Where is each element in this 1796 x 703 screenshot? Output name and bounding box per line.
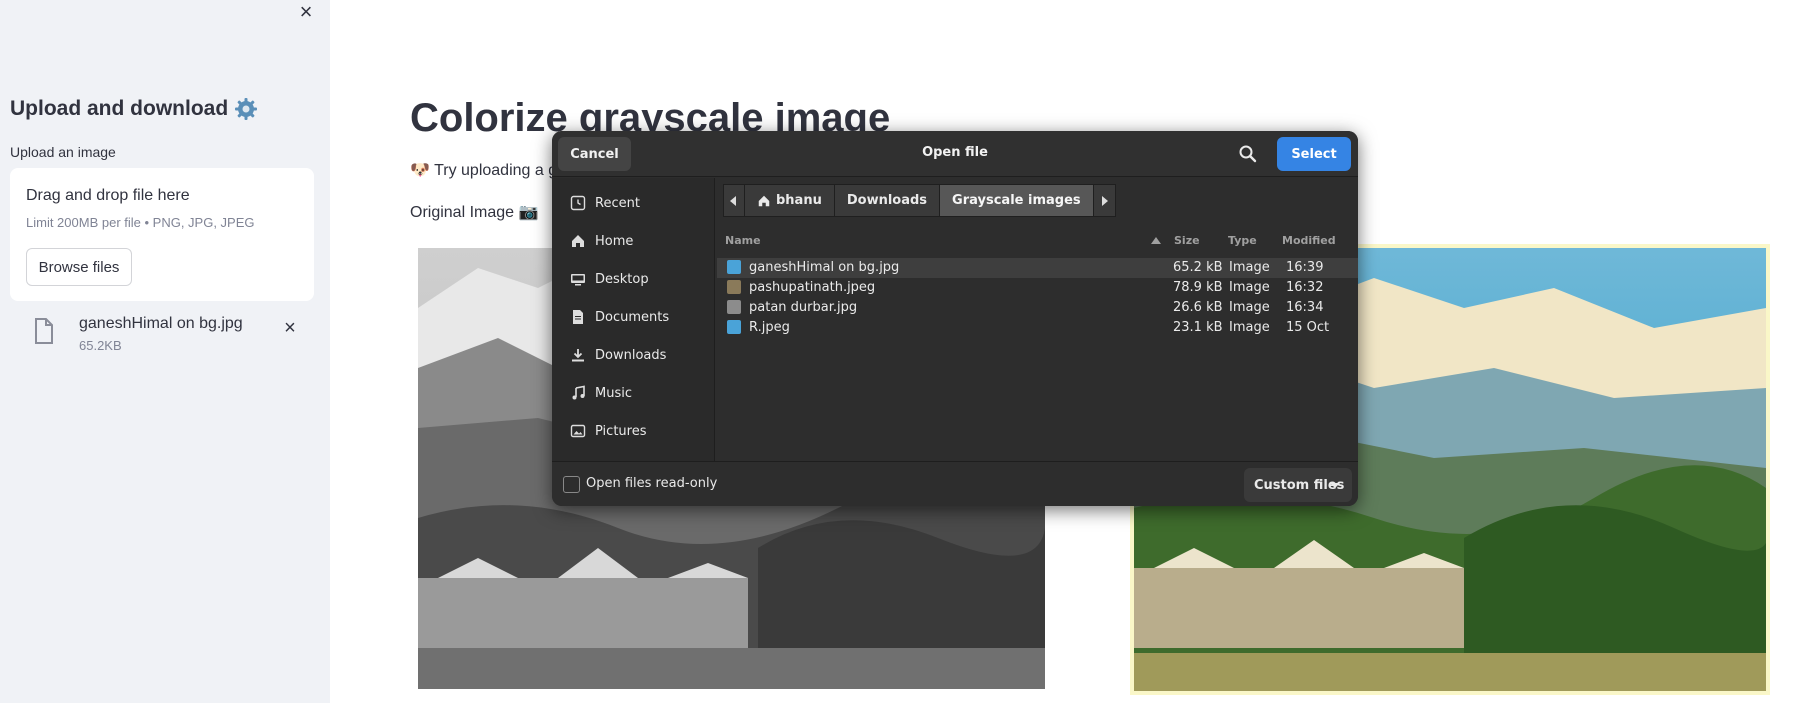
remove-file-icon[interactable]: ×: [278, 316, 302, 340]
file-list-header: Name Size Type Modified: [717, 231, 1358, 251]
file-name: pashupatinath.jpeg: [749, 280, 876, 295]
uploaded-file-size: 65.2KB: [79, 338, 122, 353]
file-modified: 15 Oct: [1286, 320, 1330, 335]
sidebar-title-text: Upload and download: [10, 97, 229, 120]
music-icon: [572, 385, 585, 400]
file-size: 65.2 kB: [1173, 260, 1223, 275]
image-file-icon: [727, 320, 741, 334]
original-image-label: Original Image 📷: [410, 204, 539, 221]
file-row[interactable]: ganeshHimal on bg.jpg 65.2 kB Image 16:3…: [717, 258, 1358, 278]
close-sidebar-icon[interactable]: ×: [294, 0, 318, 24]
dialog-footer: Open files read-only Custom files: [552, 461, 1358, 506]
file-dropzone[interactable]: Drag and drop file here Limit 200MB per …: [10, 168, 314, 301]
file-modified: 16:39: [1286, 260, 1324, 275]
file-type: Image: [1229, 300, 1270, 315]
file-size: 78.9 kB: [1173, 280, 1223, 295]
cancel-button[interactable]: Cancel: [558, 137, 631, 171]
dialog-header: Cancel Open file Select: [552, 131, 1358, 177]
place-home[interactable]: Home: [552, 222, 714, 260]
column-size[interactable]: Size: [1174, 234, 1200, 247]
browse-files-button[interactable]: Browse files: [26, 248, 132, 286]
column-name[interactable]: Name: [725, 234, 761, 247]
upload-label: Upload an image: [10, 144, 116, 160]
place-label: Pictures: [595, 423, 647, 439]
file-modified: 16:34: [1286, 300, 1324, 315]
column-type[interactable]: Type: [1228, 234, 1257, 247]
path-bar: bhanu Downloads Grayscale images: [723, 184, 1116, 217]
column-modified[interactable]: Modified: [1282, 234, 1336, 247]
dropzone-title: Drag and drop file here: [26, 187, 190, 204]
open-file-dialog: Cancel Open file Select Recent Home Desk…: [552, 131, 1358, 506]
search-icon[interactable]: [1236, 142, 1260, 166]
place-label: Home: [595, 233, 634, 249]
gear-icon: [234, 97, 258, 121]
chevron-down-icon: [1330, 483, 1340, 488]
place-label: Desktop: [595, 271, 649, 287]
home-icon: [758, 195, 770, 206]
sort-ascending-icon: [1151, 237, 1161, 244]
path-forward-arrow-icon[interactable]: [1093, 184, 1116, 217]
file-row[interactable]: pashupatinath.jpeg 78.9 kB Image 16:32: [717, 278, 1358, 298]
place-label: Music: [595, 385, 632, 401]
uploaded-file: ganeshHimal on bg.jpg 65.2KB ×: [10, 312, 314, 358]
place-downloads[interactable]: Downloads: [552, 336, 714, 374]
file-row[interactable]: R.jpeg 23.1 kB Image 15 Oct: [717, 318, 1358, 338]
sidebar: × Upload and download Upload an image Dr…: [0, 0, 330, 703]
home-icon: [572, 235, 584, 247]
place-recent[interactable]: Recent: [552, 184, 714, 222]
documents-icon: [573, 310, 583, 324]
desktop-icon: [571, 274, 585, 286]
file-icon: [35, 318, 53, 344]
file-row[interactable]: patan durbar.jpg 26.6 kB Image 16:34: [717, 298, 1358, 318]
place-label: Documents: [595, 309, 670, 325]
file-name: R.jpeg: [749, 320, 790, 335]
file-size: 26.6 kB: [1173, 300, 1223, 315]
path-segment-home[interactable]: bhanu: [745, 184, 835, 217]
path-back-arrow-icon[interactable]: [723, 184, 745, 217]
read-only-label: Open files read-only: [586, 476, 718, 491]
image-thumbnail-icon: [727, 300, 741, 314]
image-thumbnail-icon: [727, 280, 741, 294]
select-button[interactable]: Select: [1277, 137, 1351, 171]
path-segment-label: Downloads: [846, 193, 928, 208]
file-name: patan durbar.jpg: [749, 300, 858, 315]
path-segment-label: bhanu: [776, 193, 822, 208]
file-filter-dropdown[interactable]: Custom files: [1244, 468, 1352, 502]
downloads-icon: [572, 349, 584, 362]
file-type: Image: [1229, 260, 1270, 275]
image-file-icon: [727, 260, 741, 274]
place-label: Downloads: [595, 347, 667, 363]
pictures-icon: [570, 424, 586, 438]
file-size: 23.1 kB: [1173, 320, 1223, 335]
path-segment-label: Grayscale images: [952, 193, 1081, 208]
file-name: ganeshHimal on bg.jpg: [749, 260, 900, 275]
read-only-checkbox[interactable]: [563, 476, 580, 493]
place-label: Recent: [595, 195, 640, 211]
file-type: Image: [1229, 320, 1270, 335]
recent-icon: [570, 195, 586, 211]
file-modified: 16:32: [1286, 280, 1324, 295]
dropzone-limit: Limit 200MB per file • PNG, JPG, JPEG: [26, 215, 255, 230]
places-sidebar: Recent Home Desktop Documents Downloads …: [552, 178, 715, 461]
place-music[interactable]: Music: [552, 374, 714, 412]
file-type: Image: [1229, 280, 1270, 295]
place-desktop[interactable]: Desktop: [552, 260, 714, 298]
uploaded-file-name: ganeshHimal on bg.jpg: [79, 315, 243, 332]
path-segment-grayscale-images[interactable]: Grayscale images: [940, 184, 1094, 217]
place-pictures[interactable]: Pictures: [552, 412, 714, 450]
path-segment-downloads[interactable]: Downloads: [834, 184, 941, 217]
place-documents[interactable]: Documents: [552, 298, 714, 336]
sidebar-title: Upload and download: [10, 97, 258, 121]
